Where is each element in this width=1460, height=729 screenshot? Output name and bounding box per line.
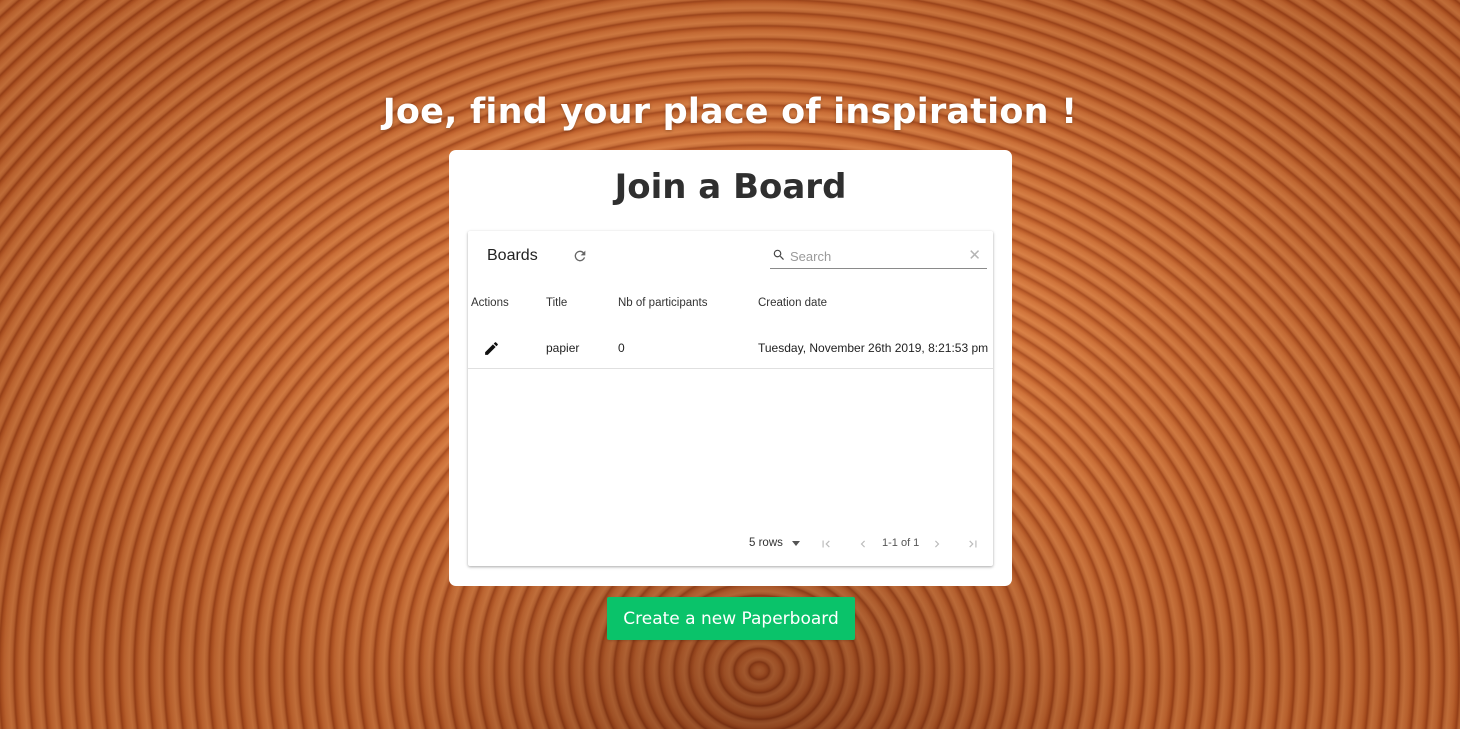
boards-table: Boards ✕ Actions Title Nb of participant… (468, 231, 993, 566)
search-box: ✕ (770, 244, 987, 269)
page-info: 1-1 of 1 (882, 537, 920, 549)
card-title: Join a Board (614, 167, 847, 207)
table-title: Boards (487, 247, 538, 264)
cell-title: papier (546, 341, 580, 355)
first-page-icon (822, 540, 830, 548)
create-paperboard-button[interactable]: Create a new Paperboard (607, 597, 855, 640)
search-input[interactable] (790, 246, 950, 266)
pencil-icon (484, 341, 498, 355)
first-page-button[interactable] (817, 535, 835, 553)
last-page-button[interactable] (964, 535, 982, 553)
column-header-title[interactable]: Title (546, 297, 567, 309)
previous-page-button[interactable] (854, 535, 872, 553)
chevron-right-icon (935, 540, 940, 548)
last-page-icon (969, 540, 977, 548)
caret-down-icon (791, 540, 800, 546)
chevron-left-icon (860, 540, 865, 548)
refresh-icon (574, 250, 586, 262)
rows-per-page-select[interactable]: 5 rows (749, 537, 800, 549)
clear-icon[interactable]: ✕ (968, 246, 981, 266)
rows-per-page-label: 5 rows (749, 537, 783, 549)
column-header-creation-date[interactable]: Creation date (758, 297, 827, 309)
search-icon (773, 249, 784, 260)
cell-participants: 0 (618, 341, 625, 355)
cell-creation-date: Tuesday, November 26th 2019, 8:21:53 pm (758, 341, 989, 355)
welcome-headline: Joe, find your place of inspiration ! (382, 92, 1078, 132)
row-divider (468, 368, 993, 369)
next-page-button[interactable] (928, 535, 946, 553)
column-header-actions[interactable]: Actions (471, 297, 509, 309)
edit-button[interactable] (480, 337, 502, 359)
table-pagination: 5 rows 1-1 of 1 (468, 537, 993, 553)
refresh-button[interactable] (569, 245, 591, 267)
column-header-participants[interactable]: Nb of participants (618, 297, 708, 309)
